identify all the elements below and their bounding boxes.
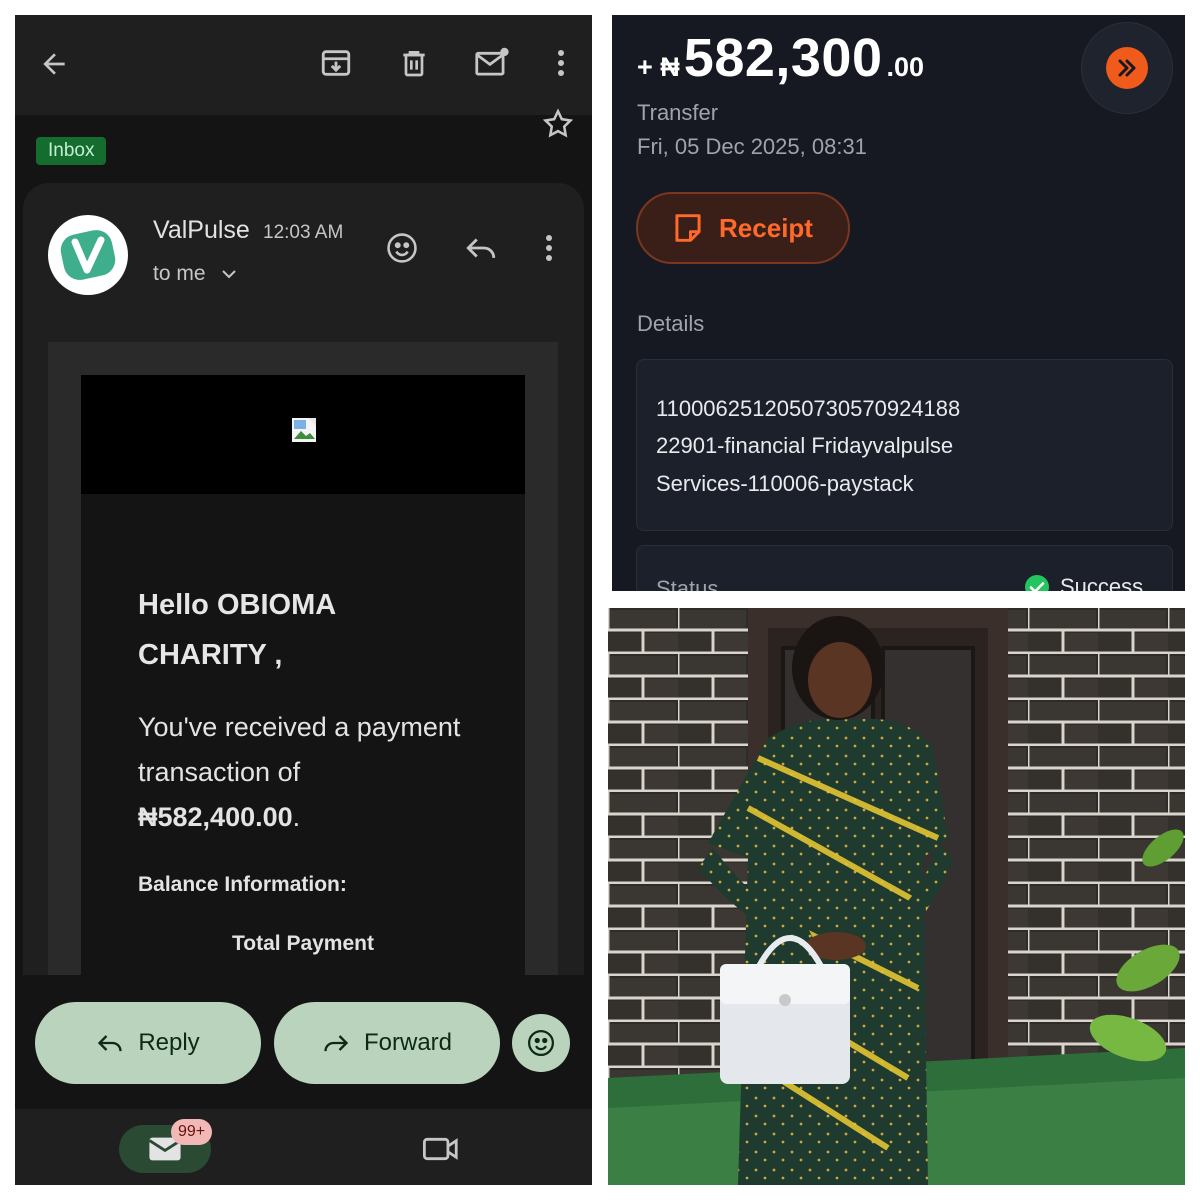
back-arrow-icon[interactable] — [37, 47, 71, 81]
broken-image-icon — [291, 417, 317, 443]
total-payment-label: Total Payment — [232, 932, 374, 955]
emoji-react-icon[interactable] — [383, 229, 421, 267]
details-heading: Details — [637, 311, 705, 336]
balance-heading: Balance Information: — [138, 873, 347, 896]
photo-illustration — [608, 608, 1185, 1185]
forward-arrow-icon — [324, 1035, 349, 1052]
recipient-toggle[interactable]: to me — [153, 262, 237, 286]
receipt-button-label: Receipt — [719, 212, 813, 243]
star-icon[interactable] — [541, 107, 575, 146]
check-circle-icon — [1025, 575, 1049, 591]
amount-decimal: .00 — [886, 52, 925, 82]
unread-badge: 99+ — [171, 1119, 213, 1145]
forward-button[interactable]: Forward — [274, 1002, 500, 1084]
meet-video-icon[interactable] — [422, 1133, 460, 1165]
payment-amount: ₦582,400.00 — [138, 802, 293, 832]
sender-name[interactable]: ValPulse — [153, 216, 250, 245]
status-text: Success — [1060, 574, 1144, 591]
trash-icon[interactable] — [396, 45, 432, 81]
transaction-amount: + ₦ 582,300 .00 — [637, 27, 924, 89]
gmail-screenshot: Inbox ValPulse 12:03 AM to me Hello OBIO… — [15, 15, 592, 1185]
greeting: Hello OBIOMA CHARITY , — [138, 580, 498, 680]
more-vert-icon[interactable] — [548, 45, 574, 81]
message-line-2: transaction of — [138, 757, 301, 787]
archive-icon[interactable] — [318, 45, 354, 81]
inbox-label-chip[interactable]: Inbox — [36, 137, 107, 165]
message-more-icon[interactable] — [536, 229, 562, 267]
mark-unread-icon[interactable] — [473, 45, 511, 81]
amount-sign: + ₦ — [637, 52, 680, 82]
status-value: Success — [1024, 574, 1143, 591]
reply-icon[interactable] — [462, 229, 500, 267]
transaction-type: Transfer — [637, 100, 719, 125]
emoji-icon — [528, 1030, 554, 1056]
amount-suffix: . — [292, 802, 301, 832]
receipt-button[interactable]: Receipt — [636, 192, 850, 264]
reply-button[interactable]: Reply — [35, 1002, 261, 1084]
bottom-nav — [15, 1109, 592, 1185]
chevron-down-icon — [222, 270, 237, 279]
amount-main: 582,300 — [683, 28, 883, 88]
details-line-2: 22901-financial Fridayvalpulse — [656, 433, 954, 458]
message-time: 12:03 AM — [263, 222, 344, 243]
recipient-label: to me — [153, 262, 206, 285]
bank-transaction-screenshot: + ₦ 582,300 .00 Transfer Fri, 05 Dec 202… — [612, 15, 1185, 591]
message-line-3: ₦582,400.00. — [138, 795, 488, 840]
receipt-icon — [675, 214, 701, 242]
message-line-1: You've received a payment — [138, 712, 461, 742]
share-forward-button[interactable] — [1081, 22, 1173, 114]
status-label: Status — [656, 576, 719, 591]
reply-button-label: Reply — [138, 1029, 200, 1056]
double-chevron-right-icon — [1106, 47, 1148, 89]
collage: Inbox ValPulse 12:03 AM to me Hello OBIO… — [0, 0, 1200, 1200]
details-line-1: 110006251205073057092418​8 — [656, 396, 961, 421]
greeting-line-1: Hello OBIOMA — [138, 589, 337, 621]
greeting-line-2: CHARITY , — [138, 639, 283, 671]
valpulse-logo-icon — [60, 230, 116, 280]
payment-message: You've received a payment transaction of… — [138, 705, 488, 840]
reply-arrow-icon — [98, 1035, 122, 1052]
portrait-photo — [608, 608, 1185, 1185]
emoji-button[interactable] — [512, 1014, 570, 1072]
sender-avatar[interactable] — [48, 215, 128, 295]
details-line-3: Services-110006-paystack — [656, 471, 914, 496]
forward-button-label: Forward — [363, 1029, 453, 1056]
transaction-date: Fri, 05 Dec 2025, 08:31 — [637, 134, 867, 159]
